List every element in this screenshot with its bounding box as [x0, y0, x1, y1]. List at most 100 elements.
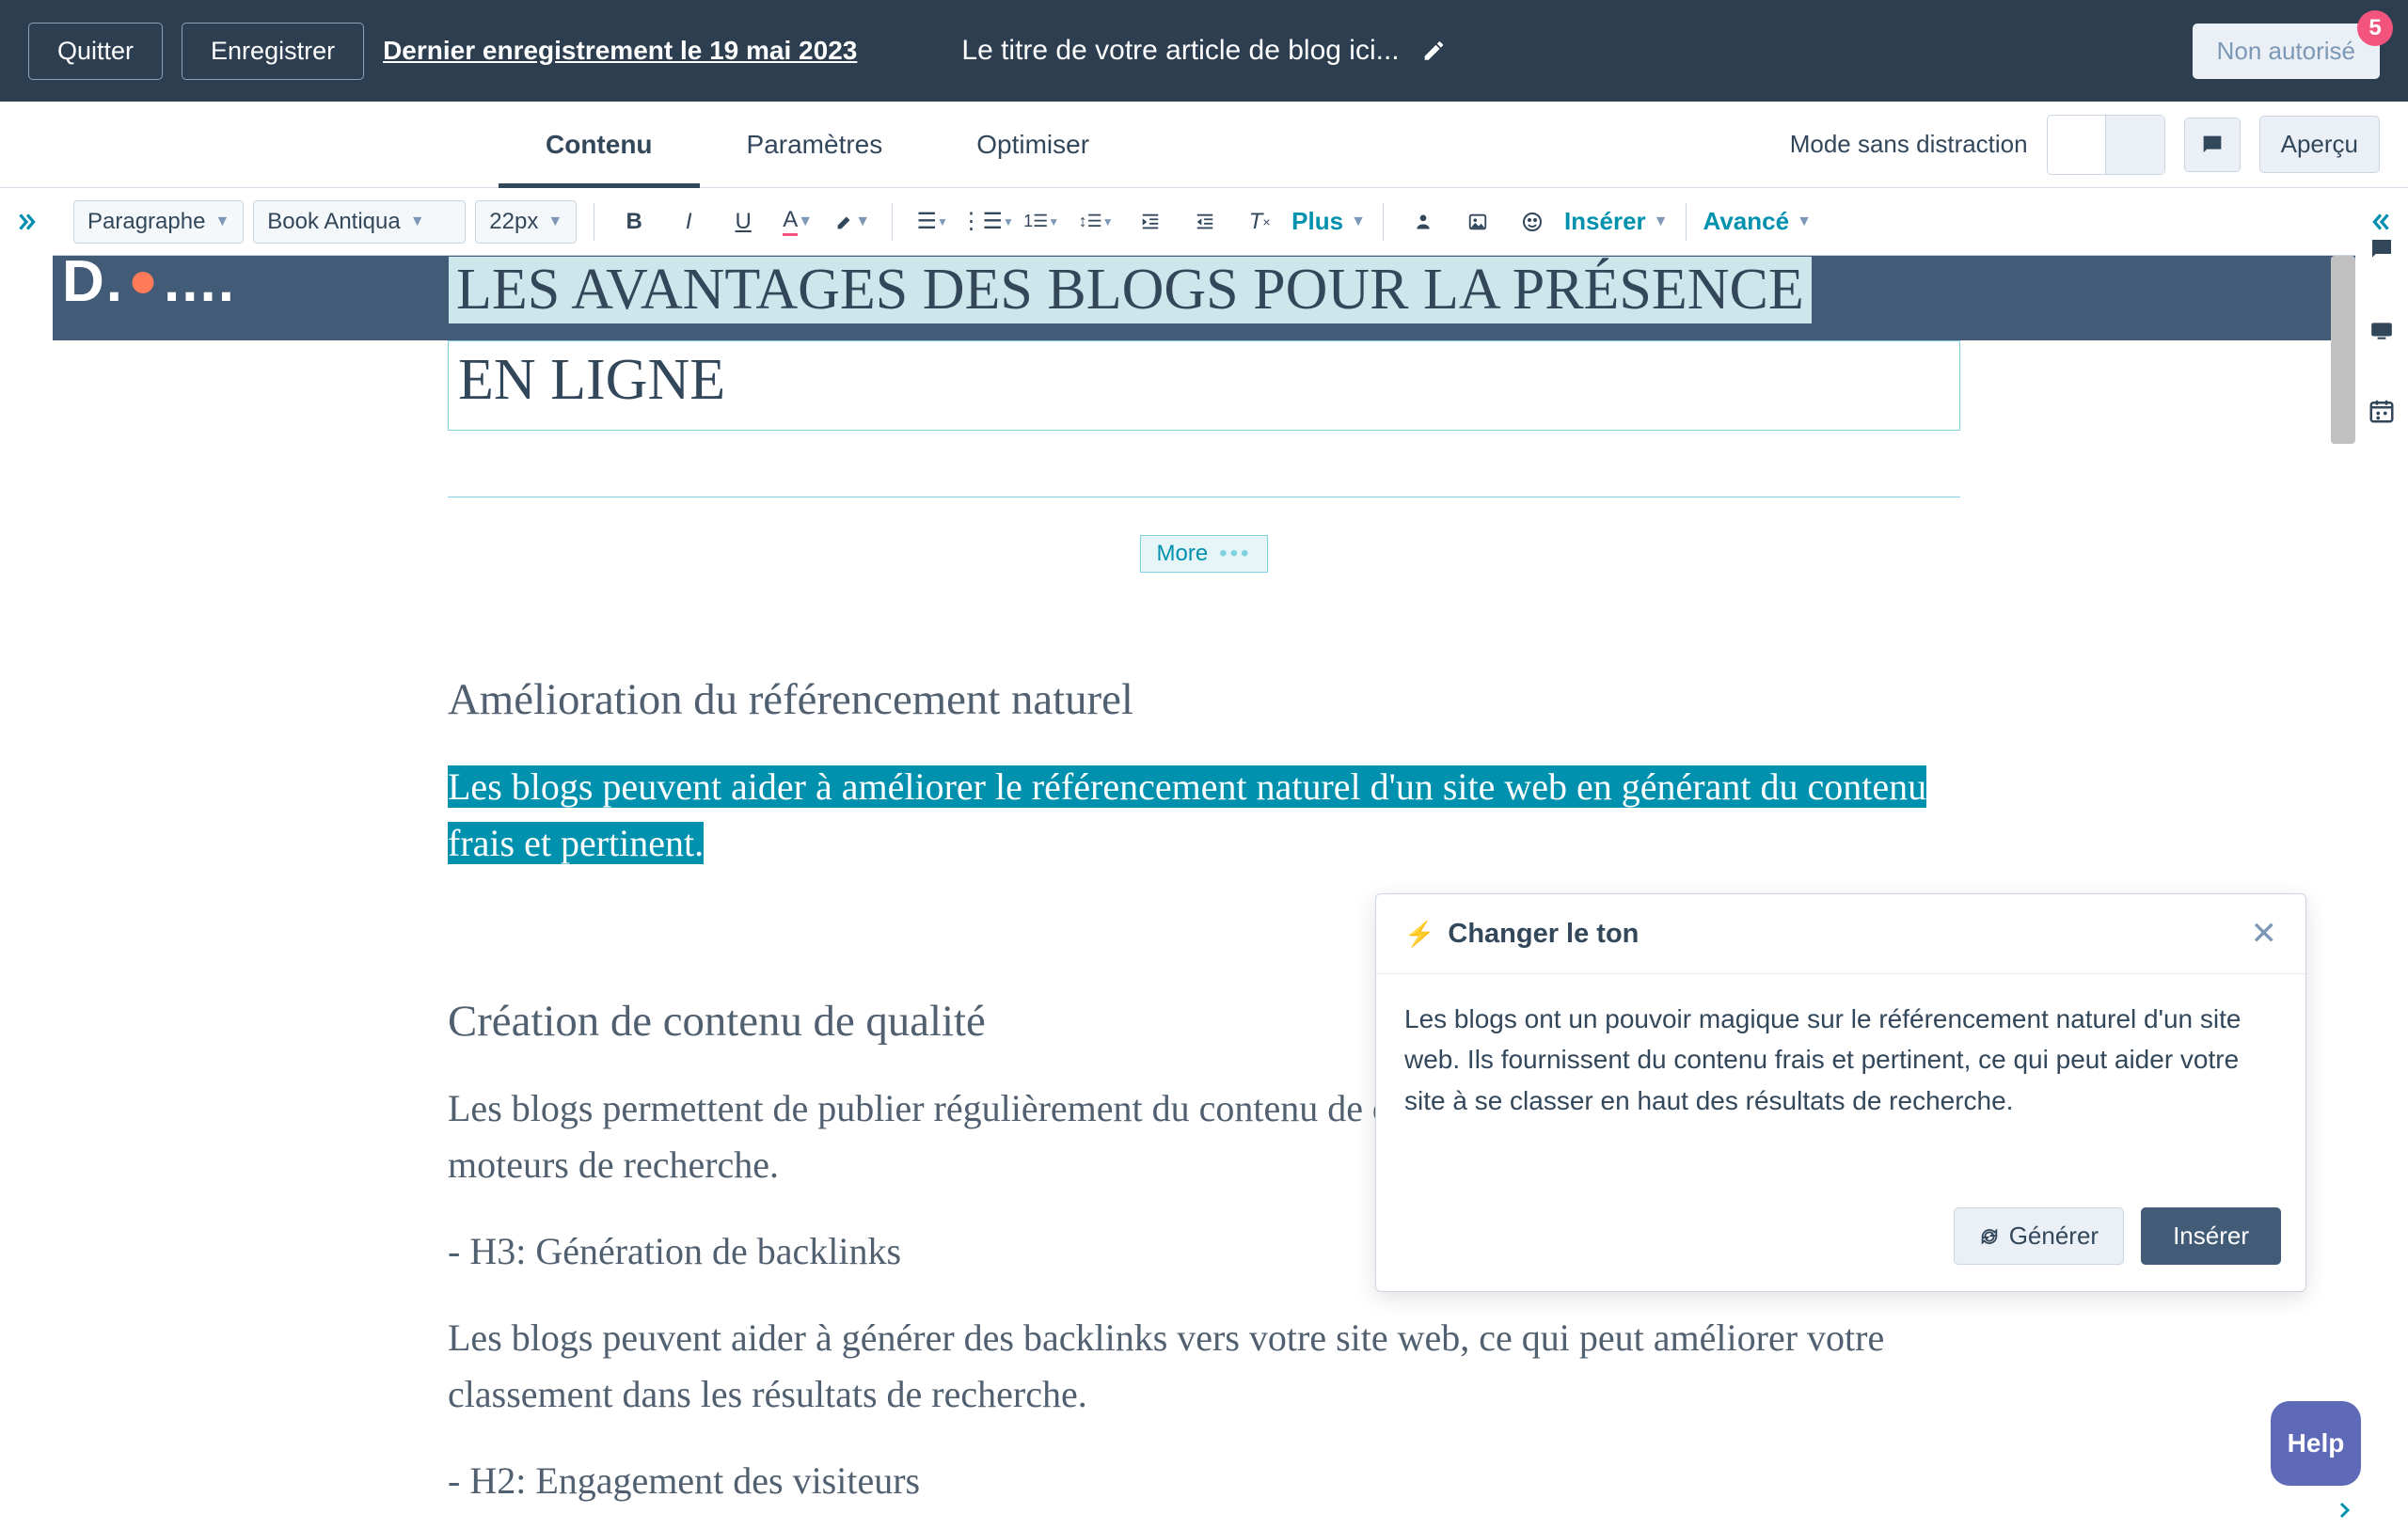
popover-header: ⚡ Changer le ton ✕: [1376, 894, 2305, 974]
toggle-on[interactable]: [2048, 116, 2106, 174]
tab-content[interactable]: Contenu: [499, 102, 700, 187]
separator: [892, 203, 893, 241]
rail-schedule[interactable]: [2368, 397, 2396, 433]
italic-button[interactable]: I: [666, 203, 711, 241]
align-button[interactable]: ☰▼: [910, 203, 955, 241]
p-engagement-h: - H2: Engagement des visiteurs: [448, 1453, 1960, 1509]
rail-devices[interactable]: [2367, 318, 2397, 350]
editor-area: D.•.... LES AVANTAGES DES BLOGS POUR LA …: [53, 256, 2355, 1529]
style-dropdown[interactable]: Paragraphe ▼: [73, 200, 244, 244]
outdent-button[interactable]: [1182, 203, 1228, 241]
save-button[interactable]: Enregistrer: [182, 23, 364, 80]
calendar-icon: [2368, 397, 2396, 425]
brand-logo: D.•....: [62, 256, 236, 315]
publish-badge: 5: [2357, 10, 2393, 46]
ai-popover: ⚡ Changer le ton ✕ Les blogs ont un pouv…: [1375, 893, 2306, 1292]
page-title: Le titre de votre article de blog ici...: [961, 35, 1399, 67]
refresh-icon: [1979, 1226, 2000, 1247]
font-dropdown[interactable]: Book Antiqua ▼: [253, 200, 466, 244]
bolt-icon: ⚡: [1404, 920, 1434, 949]
more-label: More: [1157, 541, 1209, 567]
quit-button[interactable]: Quitter: [28, 23, 163, 80]
publish-wrap: Non autorisé 5: [2193, 24, 2380, 79]
advanced-label: Avancé: [1703, 207, 1790, 236]
insert-button[interactable]: Insérer: [2141, 1207, 2281, 1265]
device-icon: [2367, 318, 2397, 342]
article-title-box[interactable]: LES AVANTAGES DES BLOGS POUR LA PRÉSENCE…: [448, 340, 1960, 431]
p-backlinks: Les blogs peuvent aider à générer des ba…: [448, 1310, 1960, 1423]
h3-seo: Amélioration du référencement naturel: [448, 667, 1960, 733]
insert-label: Insérer: [1564, 207, 1646, 236]
clear-format-button[interactable]: T×: [1237, 203, 1282, 241]
popover-body: Les blogs ont un pouvoir magique sur le …: [1376, 974, 2305, 1190]
separator: [1686, 203, 1687, 241]
indent-icon: [1140, 212, 1161, 232]
text-color-button[interactable]: A▼: [775, 203, 820, 241]
numbered-list-button[interactable]: 1☰▼: [1019, 203, 1064, 241]
edit-title-icon[interactable]: [1422, 39, 1447, 63]
chevrons-right-icon: [14, 210, 39, 234]
tab-optimize[interactable]: Optimiser: [929, 102, 1136, 187]
underline-button[interactable]: U: [721, 203, 766, 241]
personalize-button[interactable]: [1401, 203, 1446, 241]
top-bar: Quitter Enregistrer Dernier enregistreme…: [0, 0, 2408, 102]
tabs-right-controls: Mode sans distraction Aperçu: [1790, 115, 2380, 175]
person-icon: [1414, 211, 1433, 233]
help-button[interactable]: Help: [2271, 1401, 2361, 1486]
comment-icon: [2368, 235, 2396, 263]
expand-left-panel[interactable]: [0, 188, 53, 256]
right-rail: [2355, 188, 2408, 433]
line-height-button[interactable]: ↕☰▼: [1073, 203, 1118, 241]
distraction-label: Mode sans distraction: [1790, 130, 2028, 159]
separator: [1383, 203, 1384, 241]
plus-label: Plus: [1291, 207, 1343, 236]
chevron-right-icon: [2333, 1499, 2355, 1521]
preview-button[interactable]: Aperçu: [2259, 116, 2380, 173]
toolbar-wrap: Paragraphe ▼ Book Antiqua ▼ 22px ▼ B I U A▼…: [0, 188, 2408, 256]
size-dropdown[interactable]: 22px ▼: [475, 200, 577, 244]
help-collapse[interactable]: [2318, 1491, 2370, 1529]
more-format-button[interactable]: Plus▼: [1291, 207, 1366, 236]
image-icon: [1466, 212, 1489, 232]
image-button[interactable]: [1455, 203, 1500, 241]
brand-dot-icon: •: [130, 263, 158, 301]
h1-line2: EN LIGNE: [449, 341, 1959, 430]
generate-button[interactable]: Générer: [1954, 1207, 2124, 1265]
popover-title-text: Changer le ton: [1448, 919, 1639, 950]
font-label: Book Antiqua: [267, 209, 400, 235]
popover-footer: Générer Insérer: [1376, 1190, 2305, 1291]
outdent-icon: [1195, 212, 1215, 232]
emoji-button[interactable]: [1510, 203, 1555, 241]
popover-close[interactable]: ✕: [2251, 915, 2278, 953]
p-seo: Les blogs peuvent aider à améliorer le r…: [448, 759, 1960, 872]
last-saved-link[interactable]: Dernier enregistrement le 19 mai 2023: [383, 36, 857, 66]
publish-button[interactable]: Non autorisé: [2193, 24, 2380, 79]
vertical-scrollbar[interactable]: [2331, 256, 2355, 444]
size-label: 22px: [489, 209, 538, 235]
highlight-button[interactable]: ▼: [830, 203, 875, 241]
insert-dropdown[interactable]: Insérer▼: [1564, 207, 1669, 236]
comment-icon: [2199, 132, 2226, 158]
indent-button[interactable]: [1128, 203, 1173, 241]
toggle-off[interactable]: [2105, 116, 2164, 174]
advanced-dropdown[interactable]: Avancé▼: [1703, 207, 1812, 236]
title-area: Le titre de votre article de blog ici...: [961, 35, 1446, 67]
style-label: Paragraphe: [87, 209, 205, 235]
more-chip[interactable]: More •••: [1140, 535, 1268, 573]
comments-button[interactable]: [2184, 118, 2241, 172]
bullet-list-button[interactable]: ⋮☰▼: [964, 203, 1009, 241]
bold-button[interactable]: B: [611, 203, 657, 241]
caret-icon: ▼: [410, 213, 425, 230]
rail-comments[interactable]: [2368, 235, 2396, 271]
tabs-row: Contenu Paramètres Optimiser Mode sans d…: [0, 102, 2408, 188]
dots-icon: •••: [1219, 541, 1251, 567]
emoji-icon: [1521, 211, 1544, 233]
distraction-toggle[interactable]: [2047, 115, 2165, 175]
highlight-icon: [834, 212, 855, 232]
caret-icon: ▼: [214, 213, 230, 230]
popover-title: ⚡ Changer le ton: [1404, 919, 1639, 950]
caret-icon: ▼: [547, 213, 562, 230]
tab-settings[interactable]: Paramètres: [700, 102, 930, 187]
generate-label: Générer: [2009, 1222, 2099, 1251]
selected-text: Les blogs peuvent aider à améliorer le r…: [448, 765, 1926, 864]
